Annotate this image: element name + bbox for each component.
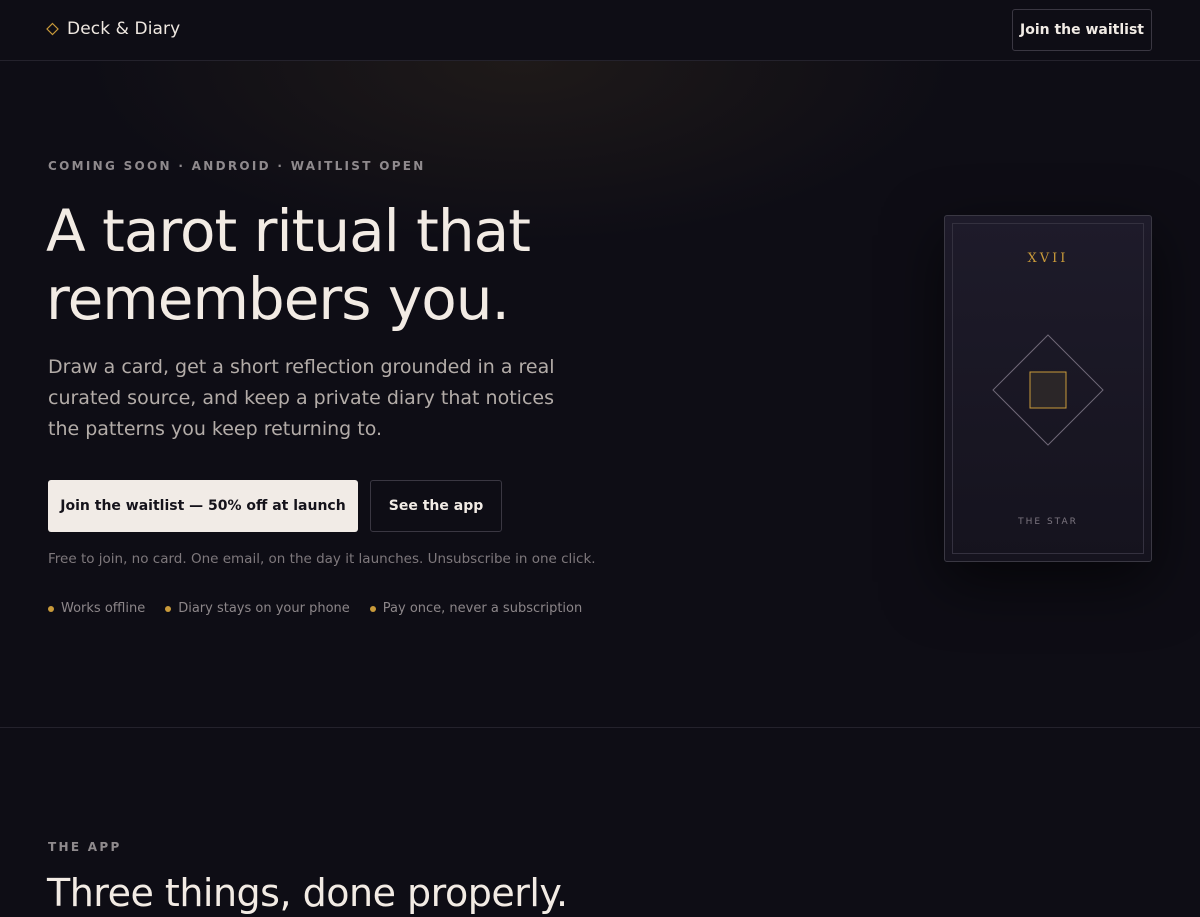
hero-section: COMING SOON · ANDROID · WAITLIST OPEN A … bbox=[0, 61, 1200, 728]
card-numeral: XVII bbox=[1027, 251, 1069, 266]
nav-join-waitlist-button[interactable]: Join the waitlist bbox=[1012, 9, 1152, 51]
gold-dot-icon bbox=[369, 605, 376, 612]
card-inner-border: XVII THE STAR bbox=[952, 223, 1144, 554]
feature-list: Works offline Diary stays on your phone … bbox=[48, 601, 582, 616]
feature-item-private-diary: Diary stays on your phone bbox=[165, 601, 350, 616]
feature-item-pay-once: Pay once, never a subscription bbox=[369, 601, 583, 616]
feature-label: Works offline bbox=[61, 601, 146, 616]
brand-logo-link[interactable]: Deck & Diary bbox=[46, 19, 180, 39]
gold-dot-icon bbox=[48, 605, 54, 612]
top-navigation: Deck & Diary Join the waitlist bbox=[0, 0, 1200, 61]
feature-item-offline: Works offline bbox=[48, 601, 145, 616]
card-name: THE STAR bbox=[1018, 517, 1078, 527]
see-the-app-button[interactable]: See the app bbox=[370, 480, 502, 532]
gold-dot-icon bbox=[165, 605, 172, 612]
feature-label: Pay once, never a subscription bbox=[382, 601, 583, 616]
app-section: THE APP Three things, done properly. bbox=[0, 729, 1200, 915]
diamond-with-square-icon bbox=[992, 334, 1104, 446]
diamond-outline-icon bbox=[46, 22, 59, 36]
brand-name: Deck & Diary bbox=[67, 19, 181, 39]
app-section-title: Three things, done properly. bbox=[47, 871, 568, 915]
signup-fineprint: Free to join, no card. One email, on the… bbox=[48, 551, 596, 567]
join-waitlist-discount-button[interactable]: Join the waitlist — 50% off at launch bbox=[48, 480, 358, 532]
hero-headline: A tarot ritual that remembers you. bbox=[46, 197, 531, 333]
feature-label: Diary stays on your phone bbox=[178, 601, 350, 616]
tarot-card-illustration: XVII THE STAR bbox=[944, 215, 1152, 562]
hero-eyebrow: COMING SOON · ANDROID · WAITLIST OPEN bbox=[48, 159, 426, 173]
app-section-eyebrow: THE APP bbox=[48, 840, 122, 854]
hero-description: Draw a card, get a short reflection grou… bbox=[48, 356, 555, 440]
